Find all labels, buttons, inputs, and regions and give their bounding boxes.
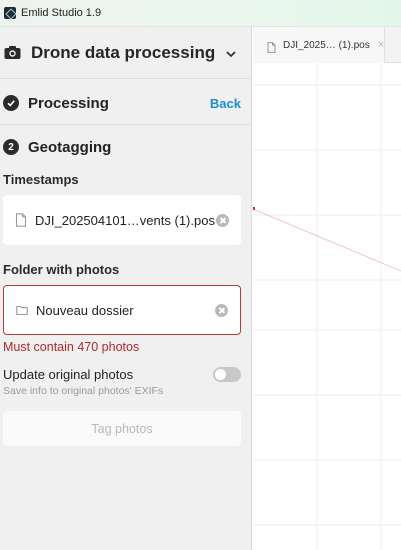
update-photos-description: Save info to original photos' EXIFs — [3, 385, 164, 397]
step-processing: Processing Back — [0, 82, 252, 125]
sidebar: Drone data processing Processing Back 2 … — [0, 27, 252, 550]
chevron-down-icon[interactable] — [225, 47, 237, 59]
back-button[interactable]: Back — [210, 96, 241, 111]
update-photos-toggle[interactable] — [213, 367, 241, 382]
tab-label: DJI_2025… (1).pos — [283, 39, 370, 51]
folder-error-message: Must contain 470 photos — [3, 340, 140, 354]
file-icon — [267, 40, 276, 53]
window-title: Emlid Studio 1.9 — [21, 7, 102, 19]
plot-grid — [252, 63, 401, 550]
clear-folder-icon[interactable] — [215, 303, 228, 317]
step-label: Processing — [28, 94, 109, 112]
project-title: Drone data processing — [31, 42, 216, 62]
step-number-badge: 2 — [3, 139, 19, 155]
timestamps-file-field[interactable]: DJI_202504101…vents (1).pos — [3, 195, 241, 245]
photo-folder-name: Nouveau dossier — [36, 302, 134, 318]
track-point — [253, 207, 255, 210]
camera-icon — [4, 45, 21, 60]
clear-timestamps-icon[interactable] — [216, 213, 229, 227]
update-photos-label: Update original photos — [3, 367, 134, 382]
close-icon[interactable]: × — [378, 39, 384, 51]
file-icon — [15, 213, 27, 227]
timestamps-label: Timestamps — [3, 172, 79, 187]
toggle-knob — [215, 369, 226, 380]
folder-label: Folder with photos — [3, 262, 120, 277]
folder-icon — [16, 303, 28, 317]
step-geotagging: 2 Geotagging — [0, 127, 252, 167]
tab-pos-file[interactable]: DJI_2025… (1).pos × — [253, 27, 385, 63]
step-label: Geotagging — [28, 138, 112, 156]
timestamps-file-name: DJI_202504101…vents (1).pos — [35, 212, 215, 228]
tab-bar: DJI_2025… (1).pos × — [253, 27, 401, 63]
track-line — [252, 208, 401, 272]
checkmark-icon — [3, 95, 19, 111]
project-selector[interactable]: Drone data processing — [0, 27, 252, 79]
update-photos-option: Update original photos Save info to orig… — [3, 367, 241, 397]
tag-photos-button[interactable]: Tag photos — [3, 411, 241, 446]
plot-canvas[interactable] — [252, 63, 401, 550]
photo-folder-field[interactable]: Nouveau dossier — [3, 285, 241, 335]
title-bar: Emlid Studio 1.9 — [0, 0, 401, 27]
app-logo-icon — [4, 7, 16, 19]
